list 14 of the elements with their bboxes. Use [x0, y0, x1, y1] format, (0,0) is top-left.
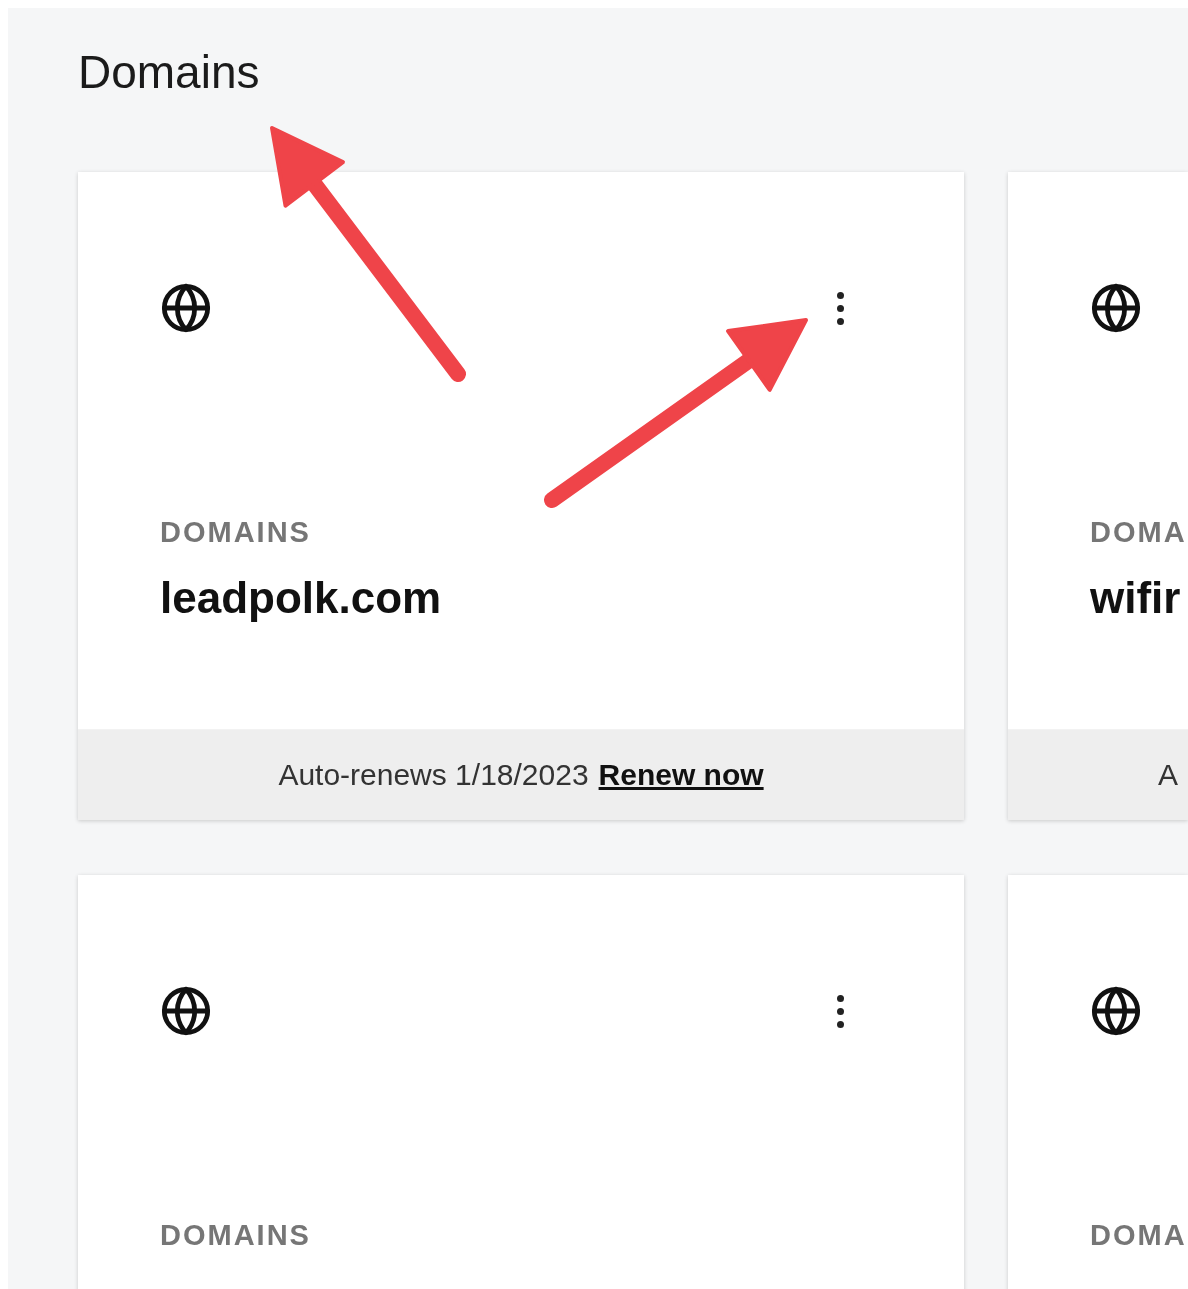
domain-name: wifir [1090, 572, 1181, 624]
globe-icon [1090, 985, 1142, 1037]
card-category-label: DOMAINS [160, 1218, 311, 1253]
card-category-label: DOMA [1090, 515, 1187, 550]
renewal-text: A [1158, 758, 1178, 792]
globe-icon [160, 282, 212, 334]
renew-now-link[interactable]: Renew now [598, 758, 764, 792]
renewal-text: Auto-renews 1/18/2023 [278, 758, 589, 792]
domain-name: leadpolk.com [160, 572, 442, 624]
card-category-label: DOMA [1090, 1218, 1187, 1253]
page-title: Domains [78, 45, 261, 100]
card-category-label: DOMAINS [160, 515, 311, 550]
globe-icon [1090, 282, 1142, 334]
globe-icon [160, 985, 212, 1037]
